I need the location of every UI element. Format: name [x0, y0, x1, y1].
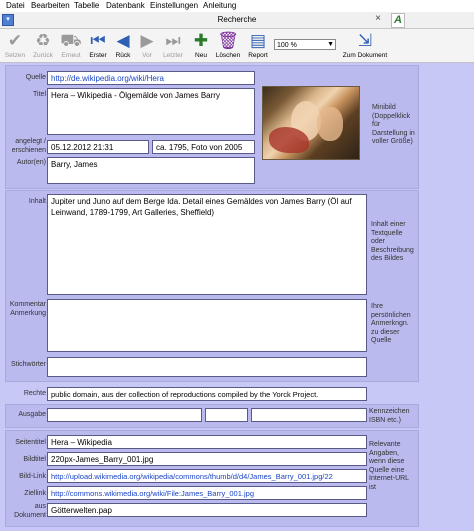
rechte-label: Rechte [23, 390, 46, 397]
kommentar-field[interactable] [47, 299, 367, 352]
document-arrow-icon: ⇲ [357, 31, 373, 50]
quelle-label: Quelle [25, 74, 46, 81]
angelegt-label: angelegt / erschienen [11, 138, 46, 154]
kommentar-label: Kommentar Anmerkung [9, 301, 46, 317]
menu-tabelle[interactable]: Tabelle [74, 1, 99, 11]
font-icon[interactable]: A [391, 13, 405, 28]
close-icon[interactable]: × [372, 12, 384, 26]
titel-field[interactable]: Hera – Wikipedia - Ölgemälde von James B… [47, 88, 255, 135]
toolbar: ✔ Setzen ♻ Zurück ⛟ Erneut ⏮ Erster ◀ Rü… [0, 29, 474, 63]
rueck-label: Rück [115, 52, 131, 59]
vor-button[interactable]: ▶ Vor [136, 29, 158, 62]
undo-icon: ♻ [35, 31, 51, 50]
quelle-field[interactable]: http://de.wikipedia.org/wiki/Hera [47, 71, 255, 85]
bildtitel-field[interactable]: 220px-James_Barry_001.jpg [47, 452, 367, 466]
inhalt-label: Inhalt [28, 198, 46, 205]
minibild-thumbnail[interactable] [262, 86, 360, 160]
neu-label: Neu [195, 52, 207, 59]
autor-field[interactable]: Barry, James [47, 157, 255, 184]
stichwoerter-label: Stichwörter [10, 361, 46, 368]
ausgabe-note: Kennzeichen ISBN etc.) [369, 408, 410, 424]
neu-button[interactable]: ✚ Neu [190, 29, 212, 62]
inhalt-note: Inhalt einer Textquelle oder Beschreibun… [371, 221, 414, 262]
chevron-down-icon: ▼ [327, 41, 334, 48]
erster-button[interactable]: ⏮ Erster [86, 29, 110, 62]
autor-label: Autor(en) [16, 159, 46, 166]
menu-bearbeiten[interactable]: Bearbeiten [31, 1, 70, 11]
menu-datenbank[interactable]: Datenbank [106, 1, 145, 11]
ausgabe-field-2[interactable] [205, 408, 248, 422]
stichwoerter-field[interactable] [47, 357, 367, 377]
loeschen-label: Löschen [215, 52, 241, 59]
kommentar-note: Ihre persönlichen Anmerkngn. zu dieser Q… [371, 303, 411, 344]
menu-datei[interactable]: Datei [6, 1, 25, 11]
redo-icon: ⛟ [60, 31, 82, 50]
vor-label: Vor [142, 52, 152, 59]
report-button[interactable]: ▤ Report [244, 29, 272, 62]
menu-einstellungen[interactable]: Einstellungen [150, 1, 198, 11]
minibild-note: Minibild (Doppelklick für Darstellung in… [372, 104, 415, 145]
previous-icon: ◀ [116, 31, 130, 50]
rueck-button[interactable]: ◀ Rück [112, 29, 134, 62]
aus-dokument-field[interactable]: Götterwelten.pap [47, 503, 367, 517]
loeschen-button[interactable]: 🗑 Löschen [214, 29, 242, 62]
erneut-label: Erneut [61, 52, 81, 59]
zum-dokument-button[interactable]: ⇲ Zum Dokument [340, 29, 390, 62]
ausgabe-field-3[interactable] [251, 408, 367, 422]
letzter-button[interactable]: ⏭ Letzter [160, 29, 186, 62]
zum-dokument-label: Zum Dokument [342, 52, 388, 59]
menu-bar: Datei Bearbeiten Tabelle Datenbank Einst… [0, 0, 474, 12]
erster-label: Erster [89, 52, 107, 59]
ausgabe-label: Ausgabe [18, 411, 46, 418]
zoom-select[interactable]: 100 % ▼ [274, 39, 336, 50]
trash-icon: 🗑 [217, 31, 239, 50]
angelegt-field[interactable]: 05.12.2012 21:31 [47, 140, 149, 154]
next-icon: ▶ [140, 31, 154, 50]
ziellink-label: Ziellink [24, 490, 46, 497]
report-icon: ▤ [249, 31, 267, 50]
menu-anleitung[interactable]: Anleitung [203, 1, 236, 11]
new-record-icon: ✚ [193, 31, 209, 50]
window-titlebar: ▾ Recherche × A [0, 12, 474, 29]
setzen-label: Setzen [4, 52, 26, 59]
ziellink-field[interactable]: http://commons.wikimedia.org/wiki/File:J… [47, 486, 367, 500]
ausgabe-field-1[interactable] [47, 408, 202, 422]
seitentitel-field[interactable]: Hera – Wikipedia [47, 435, 367, 449]
setzen-button[interactable]: ✔ Setzen [2, 29, 28, 62]
checkmark-icon: ✔ [7, 31, 23, 50]
report-label: Report [248, 52, 268, 59]
rechte-field[interactable]: public domain, aus der collection of rep… [47, 387, 367, 401]
titel-label: Titel [33, 91, 46, 98]
zoom-value: 100 % [277, 42, 297, 49]
web-note: Relevante Angaben, wenn diese Quelle ein… [369, 441, 409, 491]
erschienen-field[interactable]: ca. 1795, Foto von 2005 [152, 140, 255, 154]
aus-dokument-label: aus Dokument [14, 503, 46, 519]
erneut-button[interactable]: ⛟ Erneut [58, 29, 84, 62]
first-record-icon: ⏮ [90, 31, 106, 50]
letzter-label: Letzter [163, 52, 183, 59]
inhalt-field[interactable]: Jupiter und Juno auf dem Berge Ida. Deta… [47, 194, 367, 295]
bildtitel-label: Bildtitel [23, 456, 46, 463]
last-record-icon: ⏭ [165, 31, 181, 50]
seitentitel-label: Seitentitel [15, 439, 46, 446]
bildlink-label: Bild-Link [19, 473, 46, 480]
bildlink-field[interactable]: http://upload.wikimedia.org/wikipedia/co… [47, 469, 367, 483]
zurueck-button[interactable]: ♻ Zurück [30, 29, 56, 62]
zurueck-label: Zurück [33, 52, 53, 59]
